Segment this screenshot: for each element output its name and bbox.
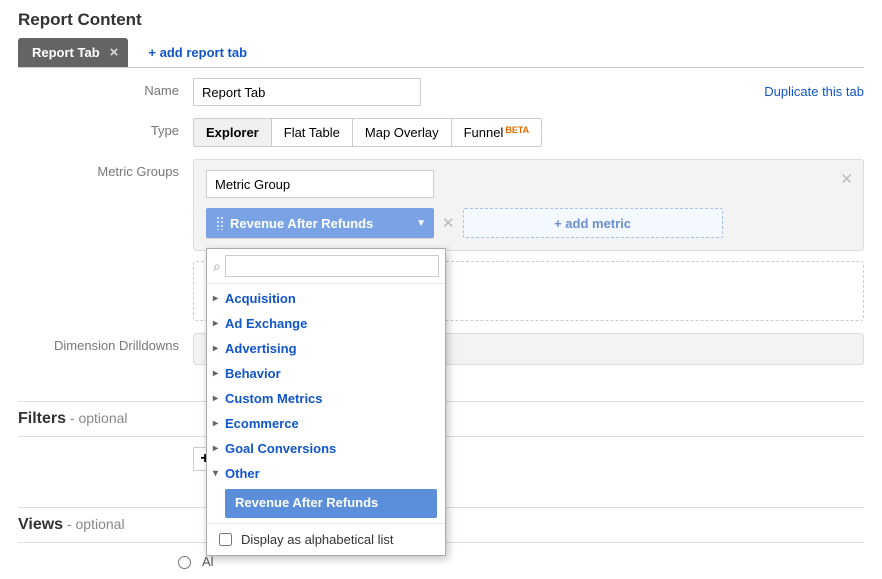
dropdown-category-other[interactable]: ▾Other bbox=[207, 461, 445, 486]
label-dimension-drilldowns: Dimension Drilldowns bbox=[18, 333, 193, 353]
dropdown-category-acquisition[interactable]: ▸Acquisition bbox=[207, 286, 445, 311]
caret-right-icon: ▸ bbox=[213, 343, 218, 354]
metric-chip-revenue-after-refunds[interactable]: Revenue After Refunds ▼ bbox=[206, 208, 434, 238]
caret-right-icon: ▸ bbox=[213, 318, 218, 329]
dropdown-category-advertising[interactable]: ▸Advertising bbox=[207, 336, 445, 361]
dropdown-footer: Display as alphabetical list bbox=[207, 523, 445, 555]
dropdown-category-ad-exchange[interactable]: ▸Ad Exchange bbox=[207, 311, 445, 336]
type-toggle-group: Explorer Flat Table Map Overlay Funnel B… bbox=[193, 118, 542, 147]
dropdown-category-ecommerce[interactable]: ▸Ecommerce bbox=[207, 411, 445, 436]
chevron-down-icon: ▼ bbox=[416, 218, 426, 229]
metric-dropdown-panel: ⌕ ▸Acquisition ▸Ad Exchange ▸Advertising… bbox=[206, 248, 446, 556]
caret-right-icon: ▸ bbox=[213, 443, 218, 454]
section-title-report-content: Report Content bbox=[18, 10, 864, 30]
dropdown-category-custom-metrics[interactable]: ▸Custom Metrics bbox=[207, 386, 445, 411]
remove-group-icon[interactable]: ✕ bbox=[840, 170, 853, 188]
add-metric-button[interactable]: + add metric bbox=[463, 208, 723, 238]
type-flat-table-button[interactable]: Flat Table bbox=[272, 119, 353, 146]
dropdown-search-wrap: ⌕ bbox=[207, 249, 445, 284]
remove-metric-icon[interactable]: ✕ bbox=[442, 214, 455, 232]
row-metric-groups: Metric Groups ✕ Revenue After Refunds ▼ … bbox=[18, 159, 864, 321]
report-name-input[interactable] bbox=[193, 78, 421, 106]
label-metric-groups: Metric Groups bbox=[18, 159, 193, 179]
close-icon[interactable]: × bbox=[110, 45, 119, 60]
type-funnel-button[interactable]: Funnel BETA bbox=[452, 119, 542, 146]
dropdown-search-input[interactable] bbox=[225, 255, 439, 277]
metric-group-name-input[interactable] bbox=[206, 170, 434, 198]
alpha-list-checkbox[interactable] bbox=[219, 533, 232, 546]
metric-chip-label: Revenue After Refunds bbox=[230, 216, 373, 231]
type-explorer-button[interactable]: Explorer bbox=[194, 119, 272, 146]
report-tab-bar: Report Tab × + add report tab bbox=[18, 38, 864, 68]
dropdown-list[interactable]: ▸Acquisition ▸Ad Exchange ▸Advertising ▸… bbox=[207, 284, 445, 523]
caret-right-icon: ▸ bbox=[213, 293, 218, 304]
add-report-tab-link[interactable]: + add report tab bbox=[148, 45, 247, 60]
metric-row: Revenue After Refunds ▼ ✕ + add metric ⌕… bbox=[206, 208, 851, 238]
label-type: Type bbox=[18, 118, 193, 138]
report-tab-active[interactable]: Report Tab × bbox=[18, 38, 128, 67]
caret-down-icon: ▾ bbox=[213, 468, 218, 479]
row-type: Type Explorer Flat Table Map Overlay Fun… bbox=[18, 118, 864, 147]
row-name: Name Duplicate this tab bbox=[18, 78, 864, 106]
dropdown-category-goal-conversions[interactable]: ▸Goal Conversions bbox=[207, 436, 445, 461]
beta-badge: BETA bbox=[505, 125, 529, 135]
dropdown-category-behavior[interactable]: ▸Behavior bbox=[207, 361, 445, 386]
views-title: Views bbox=[18, 516, 63, 533]
caret-right-icon: ▸ bbox=[213, 368, 218, 379]
caret-right-icon: ▸ bbox=[213, 418, 218, 429]
views-radio-all[interactable] bbox=[178, 556, 191, 569]
filters-title: Filters bbox=[18, 410, 66, 427]
label-name: Name bbox=[18, 78, 193, 98]
type-funnel-label: Funnel bbox=[464, 125, 504, 140]
search-icon: ⌕ bbox=[213, 258, 221, 275]
dropdown-item-revenue-after-refunds[interactable]: Revenue After Refunds bbox=[225, 489, 437, 518]
drag-handle-icon[interactable] bbox=[216, 216, 224, 230]
filters-optional: - optional bbox=[66, 410, 127, 426]
alpha-list-label: Display as alphabetical list bbox=[241, 532, 393, 547]
report-tab-label: Report Tab bbox=[32, 45, 100, 60]
caret-right-icon: ▸ bbox=[213, 393, 218, 404]
views-optional: - optional bbox=[63, 516, 124, 532]
metric-group-box: ✕ Revenue After Refunds ▼ ✕ + add metric… bbox=[193, 159, 864, 251]
duplicate-tab-link[interactable]: Duplicate this tab bbox=[764, 84, 864, 99]
type-map-overlay-button[interactable]: Map Overlay bbox=[353, 119, 452, 146]
